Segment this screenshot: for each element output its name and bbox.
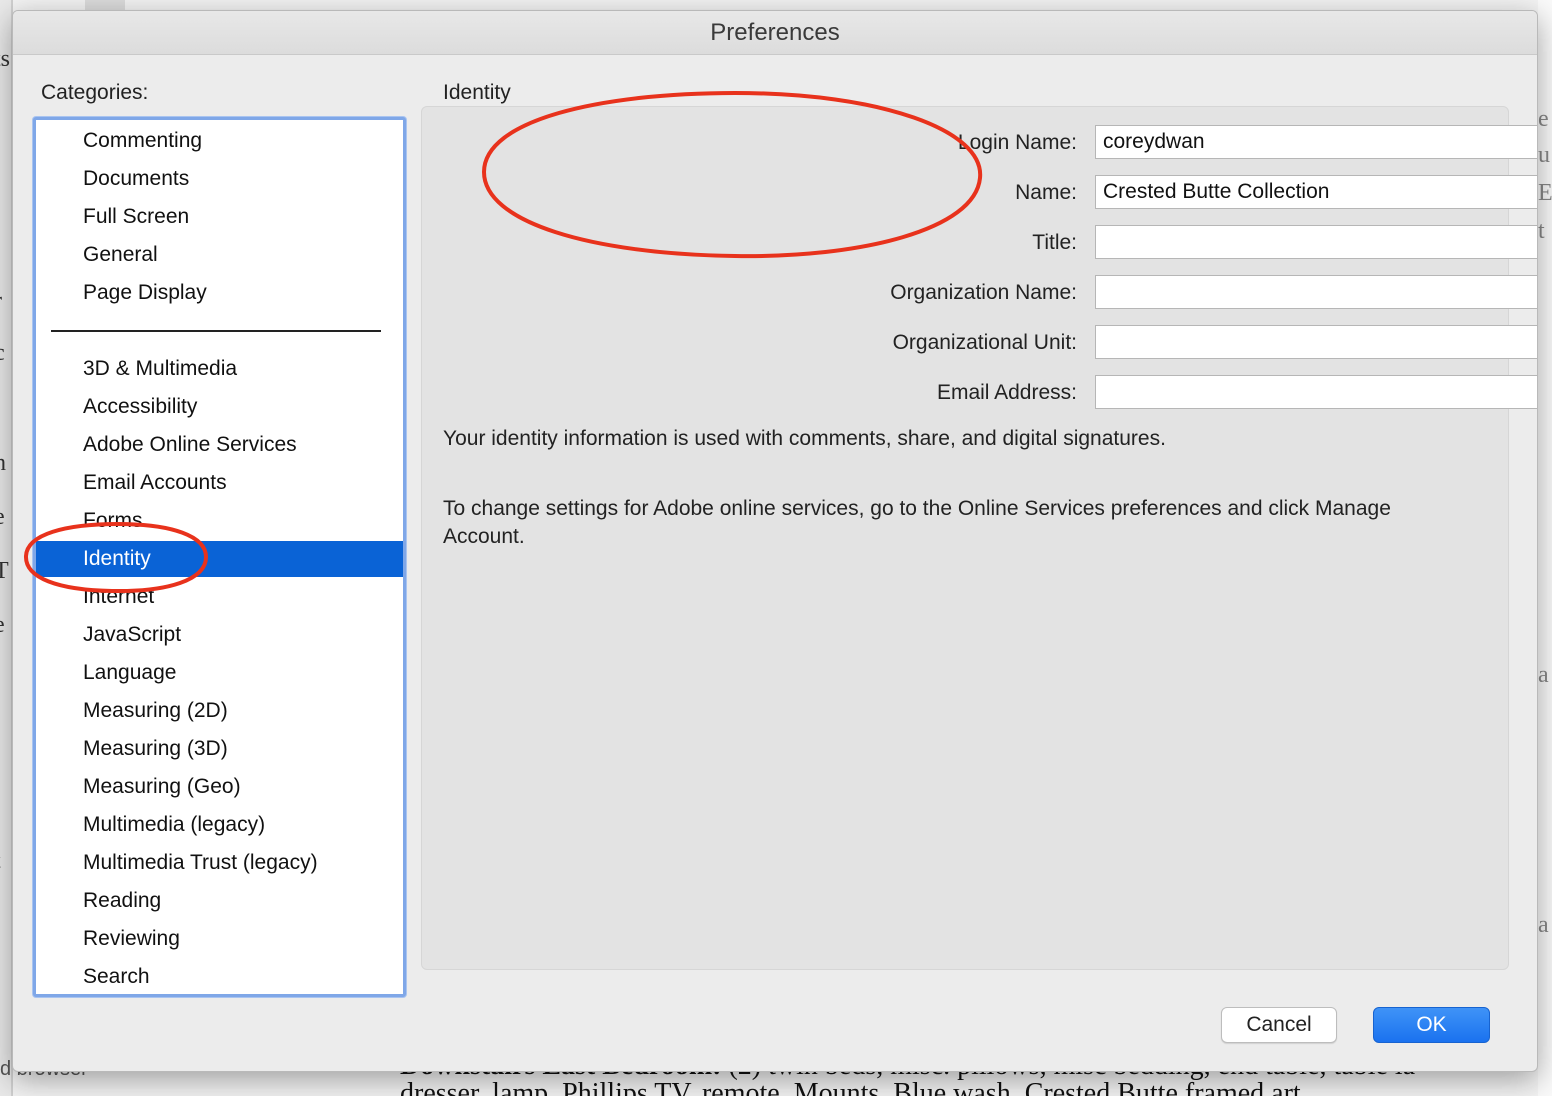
category-item-javascript[interactable]: JavaScript xyxy=(36,617,403,653)
category-item-3d-multimedia[interactable]: 3D & Multimedia xyxy=(36,351,403,387)
organizational-unit-label: Organizational Unit: xyxy=(892,331,1077,354)
online-services-info: To change settings for Adobe online serv… xyxy=(443,497,1391,548)
name-label: Name: xyxy=(1015,181,1077,204)
identity-usage-info: Your identity information is used with c… xyxy=(443,427,1166,450)
name-input[interactable] xyxy=(1095,175,1537,209)
category-item-search[interactable]: Search xyxy=(36,959,403,994)
identity-section-label: Identity xyxy=(443,81,511,104)
background-text-line-2: dresser, lamp, Phillips TV, remote, Moun… xyxy=(400,1078,1301,1096)
organizational-unit-input[interactable] xyxy=(1095,325,1537,359)
category-item-adobe-online-services[interactable]: Adobe Online Services xyxy=(36,427,403,463)
dialog-title: Preferences xyxy=(710,18,840,46)
title-input[interactable] xyxy=(1095,225,1537,259)
category-item-multimedia-legacy[interactable]: Multimedia (legacy) xyxy=(36,807,403,843)
dialog-titlebar[interactable]: Preferences xyxy=(13,11,1537,55)
title-label: Title: xyxy=(1032,231,1077,254)
category-item-full-screen[interactable]: Full Screen xyxy=(36,199,403,235)
category-item-identity[interactable]: Identity xyxy=(36,541,403,577)
background-right-margin: e u E t a a xyxy=(1538,0,1552,1096)
category-item-measuring-3d[interactable]: Measuring (3D) xyxy=(36,731,403,767)
category-item-reviewing[interactable]: Reviewing xyxy=(36,921,403,957)
login-name-label: Login Name: xyxy=(957,131,1077,154)
category-item-page-display[interactable]: Page Display xyxy=(36,275,403,311)
category-item-documents[interactable]: Documents xyxy=(36,161,403,197)
organization-name-label: Organization Name: xyxy=(890,281,1077,304)
categories-label: Categories: xyxy=(41,81,149,104)
category-item-accessibility[interactable]: Accessibility xyxy=(36,389,403,425)
cancel-button[interactable]: Cancel xyxy=(1221,1007,1337,1043)
category-item-multimedia-trust-legacy[interactable]: Multimedia Trust (legacy) xyxy=(36,845,403,881)
preferences-dialog: Preferences Categories: Commenting Docum… xyxy=(12,10,1538,1072)
category-item-reading[interactable]: Reading xyxy=(36,883,403,919)
category-item-email-accounts[interactable]: Email Accounts xyxy=(36,465,403,501)
email-address-input[interactable] xyxy=(1095,375,1537,409)
ok-button[interactable]: OK xyxy=(1373,1007,1490,1043)
background-toolbar-fragment xyxy=(85,0,125,10)
category-item-measuring-2d[interactable]: Measuring (2D) xyxy=(36,693,403,729)
organization-name-input[interactable] xyxy=(1095,275,1537,309)
category-item-measuring-geo[interactable]: Measuring (Geo) xyxy=(36,769,403,805)
category-list[interactable]: Commenting Documents Full Screen General… xyxy=(33,117,406,997)
email-address-label: Email Address: xyxy=(936,381,1077,404)
login-name-input[interactable] xyxy=(1095,125,1537,159)
category-item-general[interactable]: General xyxy=(36,237,403,273)
category-item-language[interactable]: Language xyxy=(36,655,403,691)
category-divider xyxy=(51,330,381,332)
background-left-margin: ts r c h e T e t xyxy=(0,0,12,1096)
category-item-forms[interactable]: Forms xyxy=(36,503,403,539)
category-item-internet[interactable]: Internet xyxy=(36,579,403,615)
category-item-commenting[interactable]: Commenting xyxy=(36,123,403,159)
